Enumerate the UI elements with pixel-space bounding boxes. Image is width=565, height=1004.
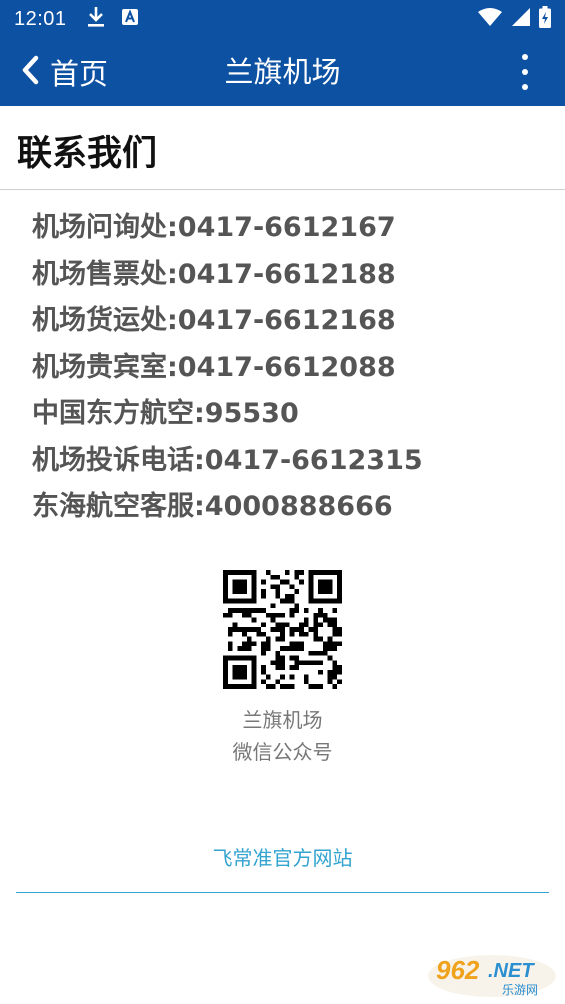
wechat-qr-code [223,570,342,689]
contact-item: 机场投诉电话:0417-6612315 [32,444,423,476]
download-icon [87,6,105,32]
back-label: 首页 [50,57,109,91]
contact-item: 东海航空客服:4000888666 [32,491,393,522]
contact-item: 中国东方航空:95530 [32,398,299,429]
more-vertical-icon [522,54,528,60]
watermark-logo: 962 .NET 乐游网 [428,955,556,997]
qr-caption-name: 兰旗机场 [242,708,323,732]
svg-text:962: 962 [436,955,480,985]
wifi-icon [477,7,503,31]
signal-icon [511,7,531,31]
qr-caption-type: 微信公众号 [232,740,333,764]
contact-item: 机场贵宾室:0417-6612088 [32,351,396,383]
status-time: 12:01 [14,7,67,30]
keyboard-icon [121,8,139,30]
contact-item: 机场货运处:0417-6612168 [32,305,396,336]
section-title: 联系我们 [17,134,158,174]
svg-text:.NET: .NET [488,960,535,982]
chevron-left-icon [20,55,40,89]
divider [0,189,565,190]
contact-list: 机场问询处:0417-6612167 机场售票处:0417-6612188 机场… [32,205,423,531]
contact-item: 机场售票处:0417-6612188 [32,258,396,290]
contact-item: 机场问询处:0417-6612167 [32,212,396,243]
app-bar: 首页 兰旗机场 [0,38,565,106]
status-bar: 12:01 [0,0,565,38]
svg-text:乐游网: 乐游网 [502,983,538,997]
back-button[interactable]: 首页 [20,38,108,106]
more-options-button[interactable] [515,54,535,90]
link-underline [16,892,549,893]
official-website-link[interactable]: 飞常准官方网站 [0,842,565,871]
battery-icon [539,6,551,32]
